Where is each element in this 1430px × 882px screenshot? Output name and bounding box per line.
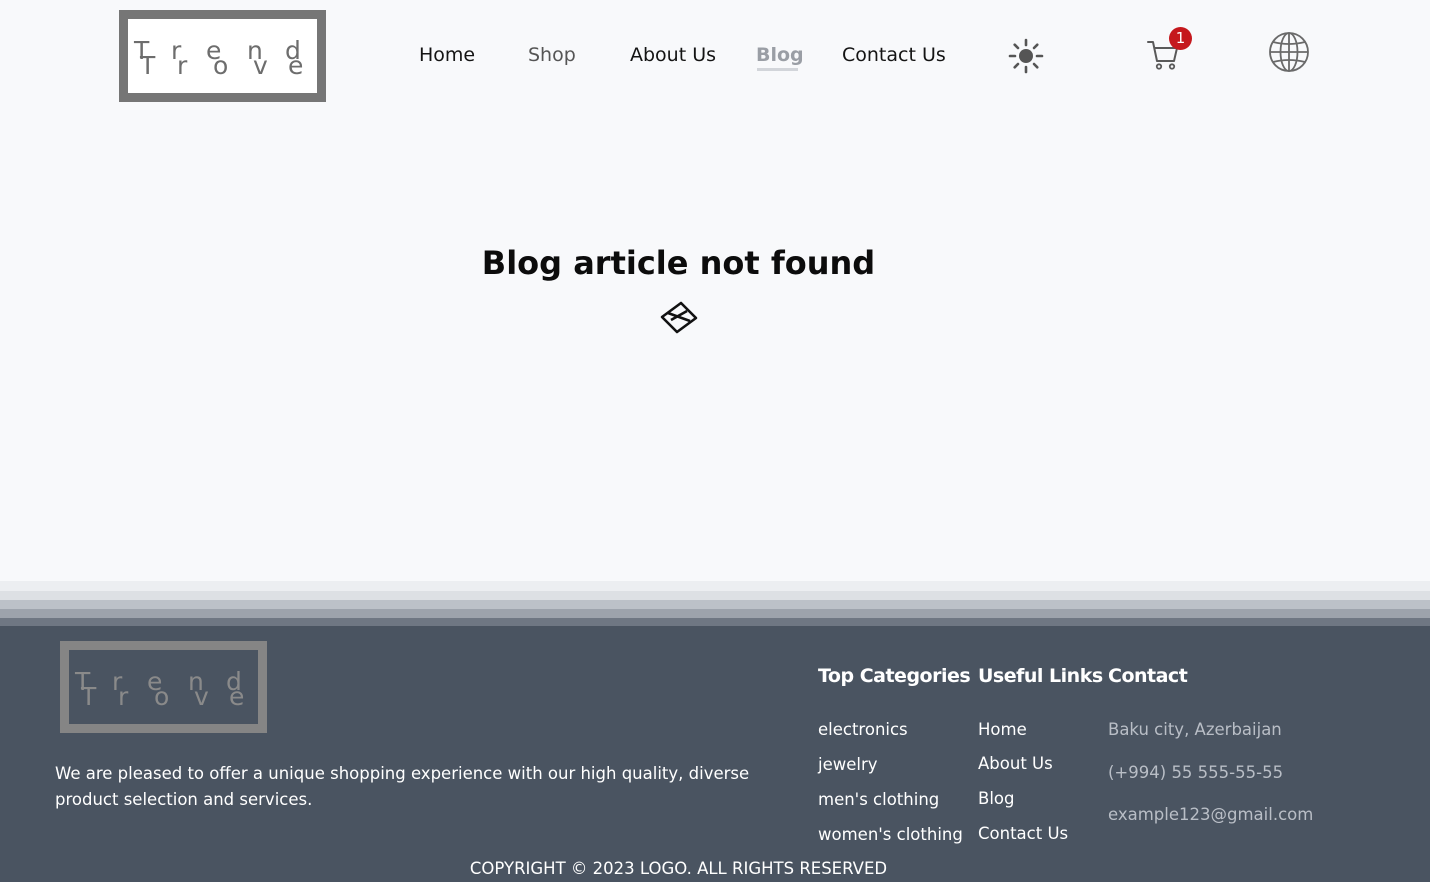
cart-count-badge: 1: [1169, 27, 1192, 50]
footer-wave-band: [0, 618, 1430, 626]
logo-letter: r: [118, 682, 129, 711]
footer-category-link[interactable]: women's clothing: [818, 825, 963, 844]
logo-letter: e: [229, 682, 245, 711]
footer-wave-band: [0, 591, 1430, 600]
footer-category-link[interactable]: men's clothing: [818, 790, 939, 809]
footer-contact-phone[interactable]: (+994) 55 555-55-55: [1108, 763, 1283, 782]
footer-description: We are pleased to offer a unique shoppin…: [55, 764, 750, 809]
logo-letter: v: [253, 51, 268, 80]
nav-home[interactable]: Home: [419, 44, 475, 66]
nav-active-underline: [757, 68, 798, 71]
footer-category-link[interactable]: jewelry: [818, 755, 878, 774]
logo-letter: o: [154, 682, 170, 711]
globe-language-icon[interactable]: [1268, 31, 1310, 73]
nav-about-us[interactable]: About Us: [630, 44, 716, 66]
logo-letter: v: [194, 682, 209, 711]
logo-letter: e: [288, 51, 304, 80]
footer-useful-link[interactable]: About Us: [978, 754, 1053, 773]
logo-letter: T: [81, 682, 97, 711]
not-found-message: Blog article not found: [481, 244, 876, 282]
footer-wave-band: [0, 609, 1430, 618]
footer-contact-email[interactable]: example123@gmail.com: [1108, 805, 1313, 824]
logo-letter: o: [213, 51, 229, 80]
footer-heading-contact: Contact: [1108, 665, 1188, 687]
copyright: COPYRIGHT © 2023 LOGO. ALL RIGHTS RESERV…: [469, 859, 888, 878]
footer-useful-link[interactable]: Home: [978, 720, 1027, 739]
header-logo[interactable]: T r e n d T r o v e: [119, 10, 326, 102]
nav-contact-us[interactable]: Contact Us: [842, 44, 946, 66]
logo-letter: T: [140, 51, 156, 80]
footer-category-link[interactable]: electronics: [818, 720, 908, 739]
footer-heading-useful-links: Useful Links: [978, 665, 1103, 687]
footer-wave-band: [0, 581, 1430, 591]
broken-paper-icon: [660, 301, 698, 334]
theme-toggle-sun-icon[interactable]: [1007, 37, 1045, 75]
footer-heading-categories: Top Categories: [818, 665, 971, 687]
footer-useful-link[interactable]: Contact Us: [978, 824, 1068, 843]
nav-blog[interactable]: Blog: [756, 44, 804, 66]
footer-logo[interactable]: T r e n d T r o v e: [60, 641, 267, 733]
logo-letter: r: [177, 51, 188, 80]
nav-shop[interactable]: Shop: [528, 44, 576, 66]
footer-wave-band: [0, 600, 1430, 609]
footer-contact-address: Baku city, Azerbaijan: [1108, 720, 1282, 739]
footer-useful-link[interactable]: Blog: [978, 789, 1014, 808]
